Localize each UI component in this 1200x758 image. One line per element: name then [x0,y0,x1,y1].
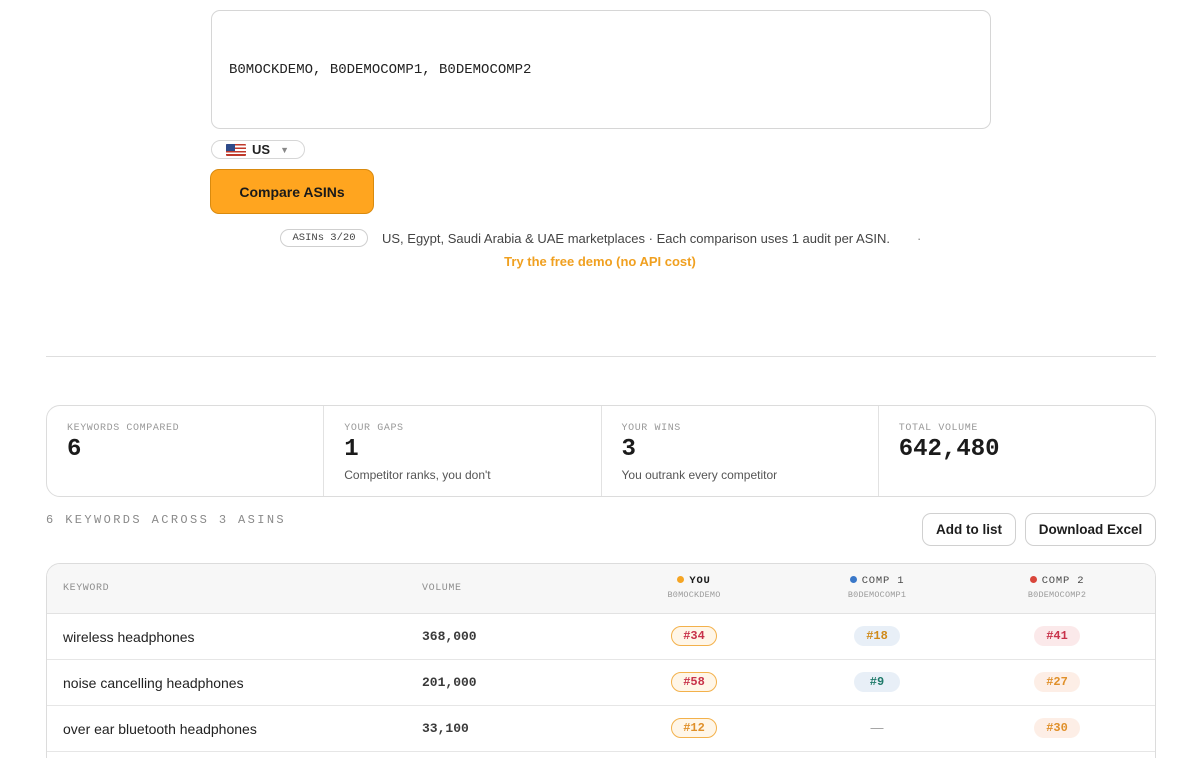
us-flag-icon [226,143,246,156]
table-row[interactable]: over ear bluetooth headphones 33,100 #12 — #… [47,706,1155,752]
asin-input[interactable]: B0MOCKDEMO, B0DEMOCOMP1, B0DEMOCOMP2 [211,10,991,129]
rank-badge: #18 [854,626,900,646]
stat-label: YOUR WINS [621,423,681,434]
rank-badge: #34 [671,626,717,646]
rank-badge: #12 [671,718,717,738]
column-header-volume[interactable]: VOLUME [422,583,462,594]
comp2-rank-cell: #27 [977,672,1137,692]
add-to-list-button[interactable]: Add to list [922,513,1016,546]
free-demo-link[interactable]: Try the free demo (no API cost) [0,254,1200,269]
rank-badge: #41 [1034,626,1080,646]
table-row[interactable]: wireless headphones 368,000 #34 #18 #41 [47,614,1155,660]
you-rank-cell: #12 [614,718,774,738]
keyword-cell: over ear bluetooth headphones [63,721,257,737]
download-excel-button[interactable]: Download Excel [1025,513,1156,546]
you-dot-icon [677,576,685,583]
column-asin: B0DEMOCOMP2 [1027,590,1087,600]
comp2-rank-cell: #41 [977,626,1137,646]
stats-summary: KEYWORDS COMPARED 6 YOUR GAPS 1 Competit… [46,405,1156,497]
keyword-cell: wireless headphones [63,629,195,645]
stat-value: 3 [621,436,636,463]
keyword-comparison-table: KEYWORD VOLUME YOU B0MOCKDEMO COMP 1 B0D… [46,563,1156,758]
caret-down-icon: ▼ [280,144,289,155]
stat-description: Competitor ranks, you don't [344,468,491,482]
rank-badge: #9 [854,672,900,692]
marketplaces-info: US, Egypt, Saudi Arabia & UAE marketplac… [382,231,890,246]
volume-cell: 33,100 [422,721,469,736]
stat-value: 642,480 [898,436,1000,463]
no-rank-dash: — [870,720,884,735]
volume-cell: 201,000 [422,675,477,690]
stat-value: 1 [344,436,359,463]
you-rank-cell: #34 [614,626,774,646]
stat-label: TOTAL VOLUME [898,423,978,434]
table-header: KEYWORD VOLUME YOU B0MOCKDEMO COMP 1 B0D… [47,564,1155,614]
rank-badge: #27 [1034,672,1080,692]
keyword-cell: noise cancelling headphones [63,675,244,691]
table-caption: 6 KEYWORDS ACROSS 3 ASINS [46,513,287,527]
stat-label: KEYWORDS COMPARED [67,423,180,434]
asin-quota-badge: ASINs 3/20 [280,229,368,247]
stat-description: You outrank every competitor [621,468,778,482]
asin-input-value: B0MOCKDEMO, B0DEMOCOMP1, B0DEMOCOMP2 [229,61,532,78]
column-asin: B0MOCKDEMO [667,590,721,600]
stat-value: 6 [67,436,82,463]
stat-your-gaps: YOUR GAPS 1 Competitor ranks, you don't [324,406,602,496]
info-separator: · [917,231,922,246]
rank-badge: #30 [1034,718,1080,738]
column-asin: B0DEMOCOMP1 [847,590,907,600]
comp1-rank-cell: — [797,718,957,738]
section-divider [46,356,1156,357]
you-rank-cell: #58 [614,672,774,692]
comp2-rank-cell: #30 [977,718,1137,738]
volume-cell: 368,000 [422,629,477,644]
column-name: COMP 1 [861,575,905,587]
comp1-dot-icon [849,576,857,583]
column-header-comp1[interactable]: COMP 1 B0DEMOCOMP1 [797,575,957,600]
column-header-keyword[interactable]: KEYWORD [63,583,109,594]
column-header-you[interactable]: YOU B0MOCKDEMO [614,575,774,600]
stat-your-wins: YOUR WINS 3 You outrank every competitor [602,406,879,496]
table-row[interactable]: noise cancelling headphones 201,000 #58 #9 #… [47,660,1155,706]
comp2-dot-icon [1029,576,1037,583]
column-name: COMP 2 [1041,575,1085,587]
compare-asins-button[interactable]: Compare ASINs [210,169,374,214]
stat-total-volume: TOTAL VOLUME 642,480 [879,406,1155,496]
stat-keywords-compared: KEYWORDS COMPARED 6 [47,406,325,496]
comp1-rank-cell: #9 [797,672,957,692]
column-name: YOU [689,575,711,587]
comp1-rank-cell: #18 [797,626,957,646]
marketplace-select[interactable]: US ▼ [211,140,305,159]
stat-label: YOUR GAPS [344,423,404,434]
marketplace-selected: US [252,142,271,157]
column-header-comp2[interactable]: COMP 2 B0DEMOCOMP2 [977,575,1137,600]
rank-badge: #58 [671,672,717,692]
